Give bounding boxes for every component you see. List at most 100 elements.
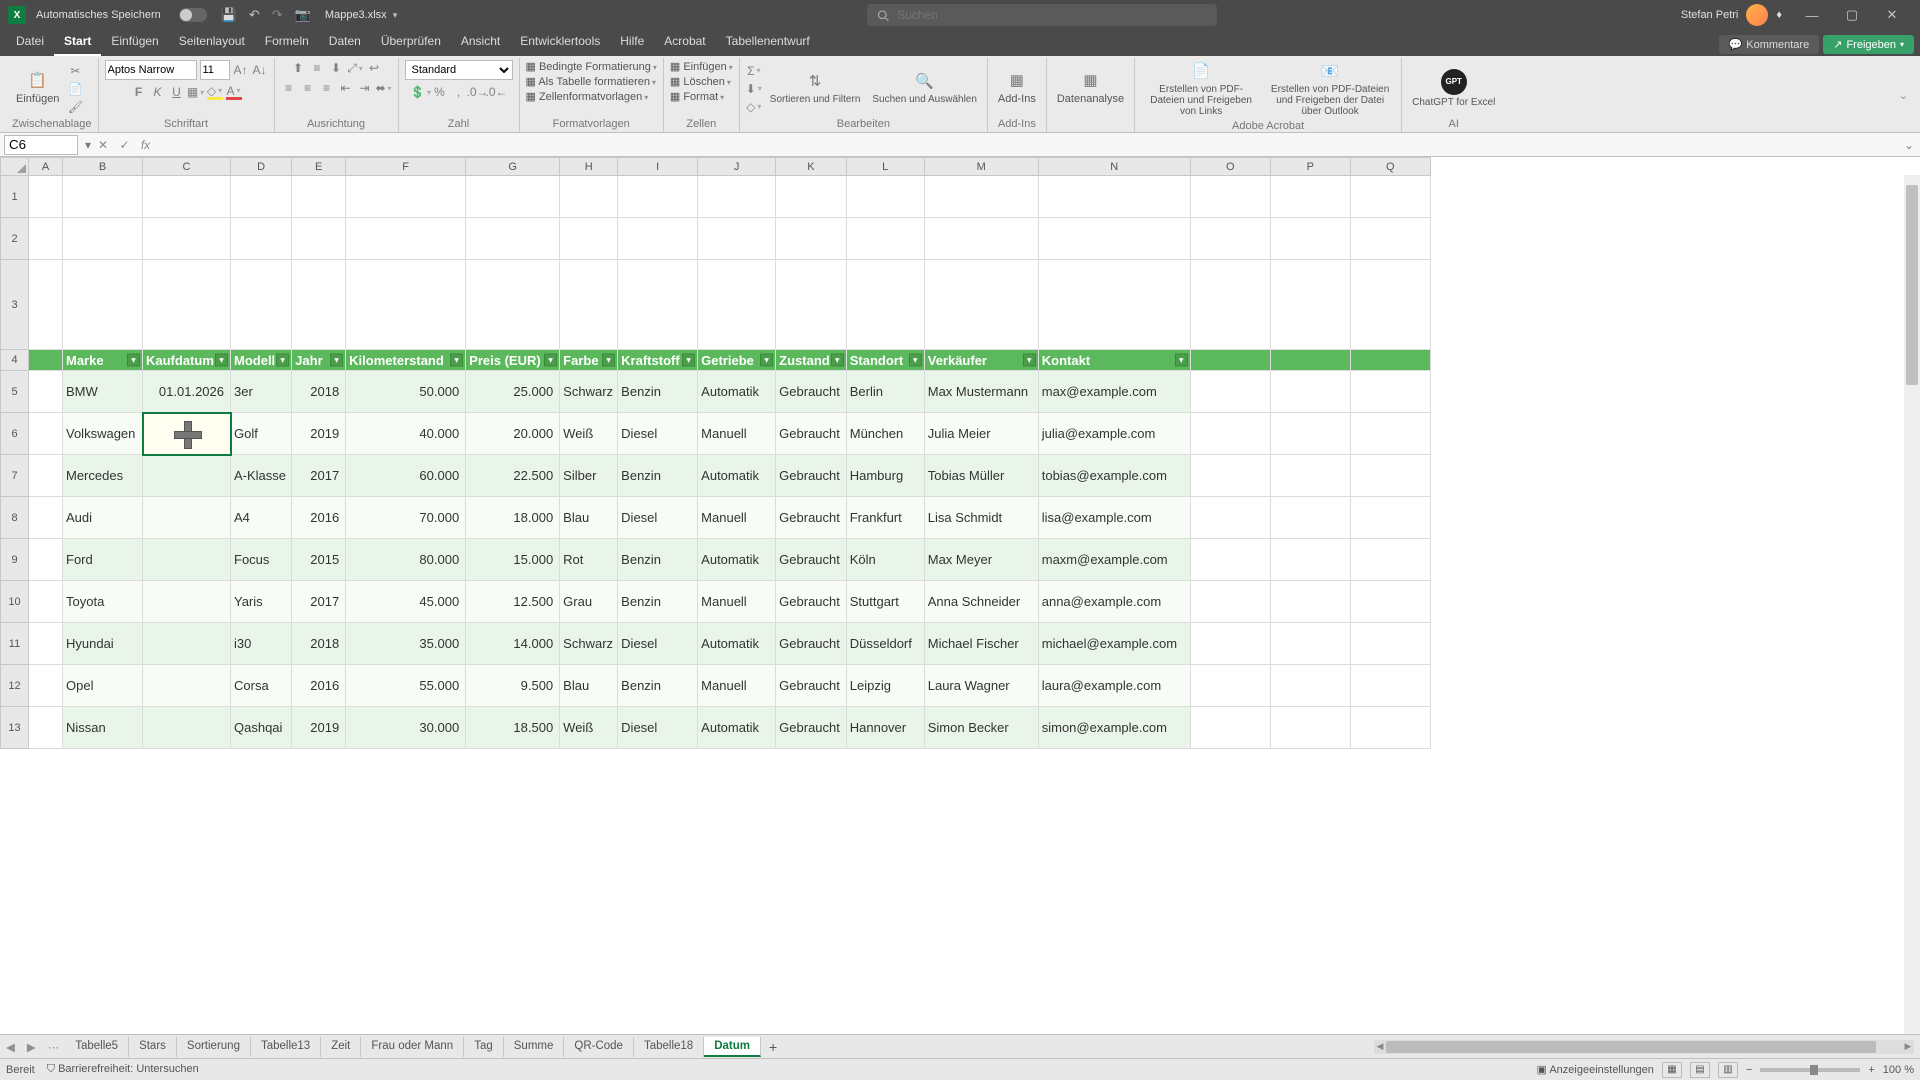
cell[interactable]: [924, 218, 1038, 260]
cell[interactable]: [143, 707, 231, 749]
cell[interactable]: [63, 218, 143, 260]
cell[interactable]: 14.000: [466, 623, 560, 665]
sheet-tab[interactable]: Tabelle13: [251, 1037, 321, 1057]
cell[interactable]: max@example.com: [1038, 371, 1190, 413]
cell[interactable]: [1190, 707, 1270, 749]
table-header[interactable]: Kilometerstand▾: [346, 350, 466, 371]
cell[interactable]: Ford: [63, 539, 143, 581]
cell[interactable]: Blau: [560, 665, 618, 707]
col-header[interactable]: M: [924, 158, 1038, 176]
cell[interactable]: 12.500: [466, 581, 560, 623]
cell[interactable]: [1350, 413, 1430, 455]
cell[interactable]: [618, 260, 698, 350]
cell[interactable]: Benzin: [618, 665, 698, 707]
cell[interactable]: Gebraucht: [776, 539, 847, 581]
increase-decimal-icon[interactable]: .0→: [470, 84, 486, 100]
cell[interactable]: 18.000: [466, 497, 560, 539]
filter-icon[interactable]: ▾: [682, 354, 695, 367]
cell[interactable]: [776, 260, 847, 350]
cell[interactable]: Benzin: [618, 539, 698, 581]
cell[interactable]: [1270, 413, 1350, 455]
col-header[interactable]: P: [1270, 158, 1350, 176]
cell[interactable]: Golf: [231, 413, 292, 455]
cell[interactable]: [29, 539, 63, 581]
cell[interactable]: 50.000: [346, 371, 466, 413]
cell[interactable]: [846, 218, 924, 260]
table-header[interactable]: Zustand▾: [776, 350, 847, 371]
row-header[interactable]: 12: [1, 665, 29, 707]
cell[interactable]: [231, 176, 292, 218]
cell[interactable]: [698, 260, 776, 350]
format-cells[interactable]: ▦ Format: [670, 90, 724, 103]
cell[interactable]: 70.000: [346, 497, 466, 539]
decrease-font-icon[interactable]: A↓: [252, 62, 268, 78]
search-input[interactable]: [897, 8, 1207, 22]
row-header[interactable]: 5: [1, 371, 29, 413]
cell[interactable]: [1190, 260, 1270, 350]
cell[interactable]: [1038, 260, 1190, 350]
row-header[interactable]: 13: [1, 707, 29, 749]
cell[interactable]: 60.000: [346, 455, 466, 497]
sheet-nav-more-icon[interactable]: ⋯: [42, 1040, 66, 1054]
menu-tab-start[interactable]: Start: [54, 29, 101, 56]
table-header[interactable]: Standort▾: [846, 350, 924, 371]
cell[interactable]: Simon Becker: [924, 707, 1038, 749]
normal-view-icon[interactable]: ▦: [1662, 1062, 1682, 1078]
cell[interactable]: i30: [231, 623, 292, 665]
cell[interactable]: Manuell: [698, 497, 776, 539]
cell[interactable]: [1190, 413, 1270, 455]
cell[interactable]: [231, 218, 292, 260]
sheet-tab[interactable]: Tabelle5: [65, 1037, 129, 1057]
cell[interactable]: [1190, 539, 1270, 581]
cell[interactable]: [466, 218, 560, 260]
cell[interactable]: julia@example.com: [1038, 413, 1190, 455]
italic-icon[interactable]: K: [150, 84, 166, 100]
cell[interactable]: [846, 176, 924, 218]
clear-icon[interactable]: ◇: [746, 99, 762, 115]
cell[interactable]: [1270, 260, 1350, 350]
cell[interactable]: Qashqai: [231, 707, 292, 749]
sheet-tab[interactable]: Stars: [129, 1037, 177, 1057]
document-name[interactable]: Mappe3.xlsx: [325, 9, 387, 21]
menu-tab-entwicklertools[interactable]: Entwicklertools: [510, 29, 610, 56]
accept-formula-icon[interactable]: ✓: [115, 138, 133, 152]
cell[interactable]: [1350, 581, 1430, 623]
cell[interactable]: [1190, 665, 1270, 707]
col-header[interactable]: Q: [1350, 158, 1430, 176]
row-header[interactable]: 2: [1, 218, 29, 260]
table-header[interactable]: Getriebe▾: [698, 350, 776, 371]
cell[interactable]: [143, 581, 231, 623]
decrease-indent-icon[interactable]: ⇤: [338, 80, 354, 96]
cell[interactable]: [29, 218, 63, 260]
cell[interactable]: Berlin: [846, 371, 924, 413]
table-header[interactable]: Verkäufer▾: [924, 350, 1038, 371]
cell[interactable]: Gebraucht: [776, 623, 847, 665]
filter-icon[interactable]: ▾: [909, 354, 922, 367]
addins-button[interactable]: ▦Add-Ins: [994, 69, 1040, 107]
col-header[interactable]: N: [1038, 158, 1190, 176]
col-header[interactable]: O: [1190, 158, 1270, 176]
cell[interactable]: Gebraucht: [776, 581, 847, 623]
cell[interactable]: Gebraucht: [776, 665, 847, 707]
cell[interactable]: [143, 623, 231, 665]
cell[interactable]: [1270, 497, 1350, 539]
cell[interactable]: [1270, 455, 1350, 497]
cell[interactable]: Toyota: [63, 581, 143, 623]
cell[interactable]: Gebraucht: [776, 497, 847, 539]
cell[interactable]: 2015: [292, 539, 346, 581]
cell[interactable]: 2017: [292, 581, 346, 623]
table-header[interactable]: Preis (EUR)▾: [466, 350, 560, 371]
cell[interactable]: [466, 176, 560, 218]
cell[interactable]: [1190, 371, 1270, 413]
cell[interactable]: [29, 665, 63, 707]
conditional-formatting[interactable]: ▦ Bedingte Formatierung: [526, 60, 657, 73]
filter-icon[interactable]: ▾: [215, 354, 228, 367]
col-header[interactable]: L: [846, 158, 924, 176]
zoom-in-icon[interactable]: +: [1868, 1064, 1874, 1076]
cell[interactable]: 2018: [292, 371, 346, 413]
menu-tab-hilfe[interactable]: Hilfe: [610, 29, 654, 56]
filter-icon[interactable]: ▾: [450, 354, 463, 367]
col-header[interactable]: K: [776, 158, 847, 176]
cell[interactable]: Frankfurt: [846, 497, 924, 539]
cell[interactable]: Corsa: [231, 665, 292, 707]
